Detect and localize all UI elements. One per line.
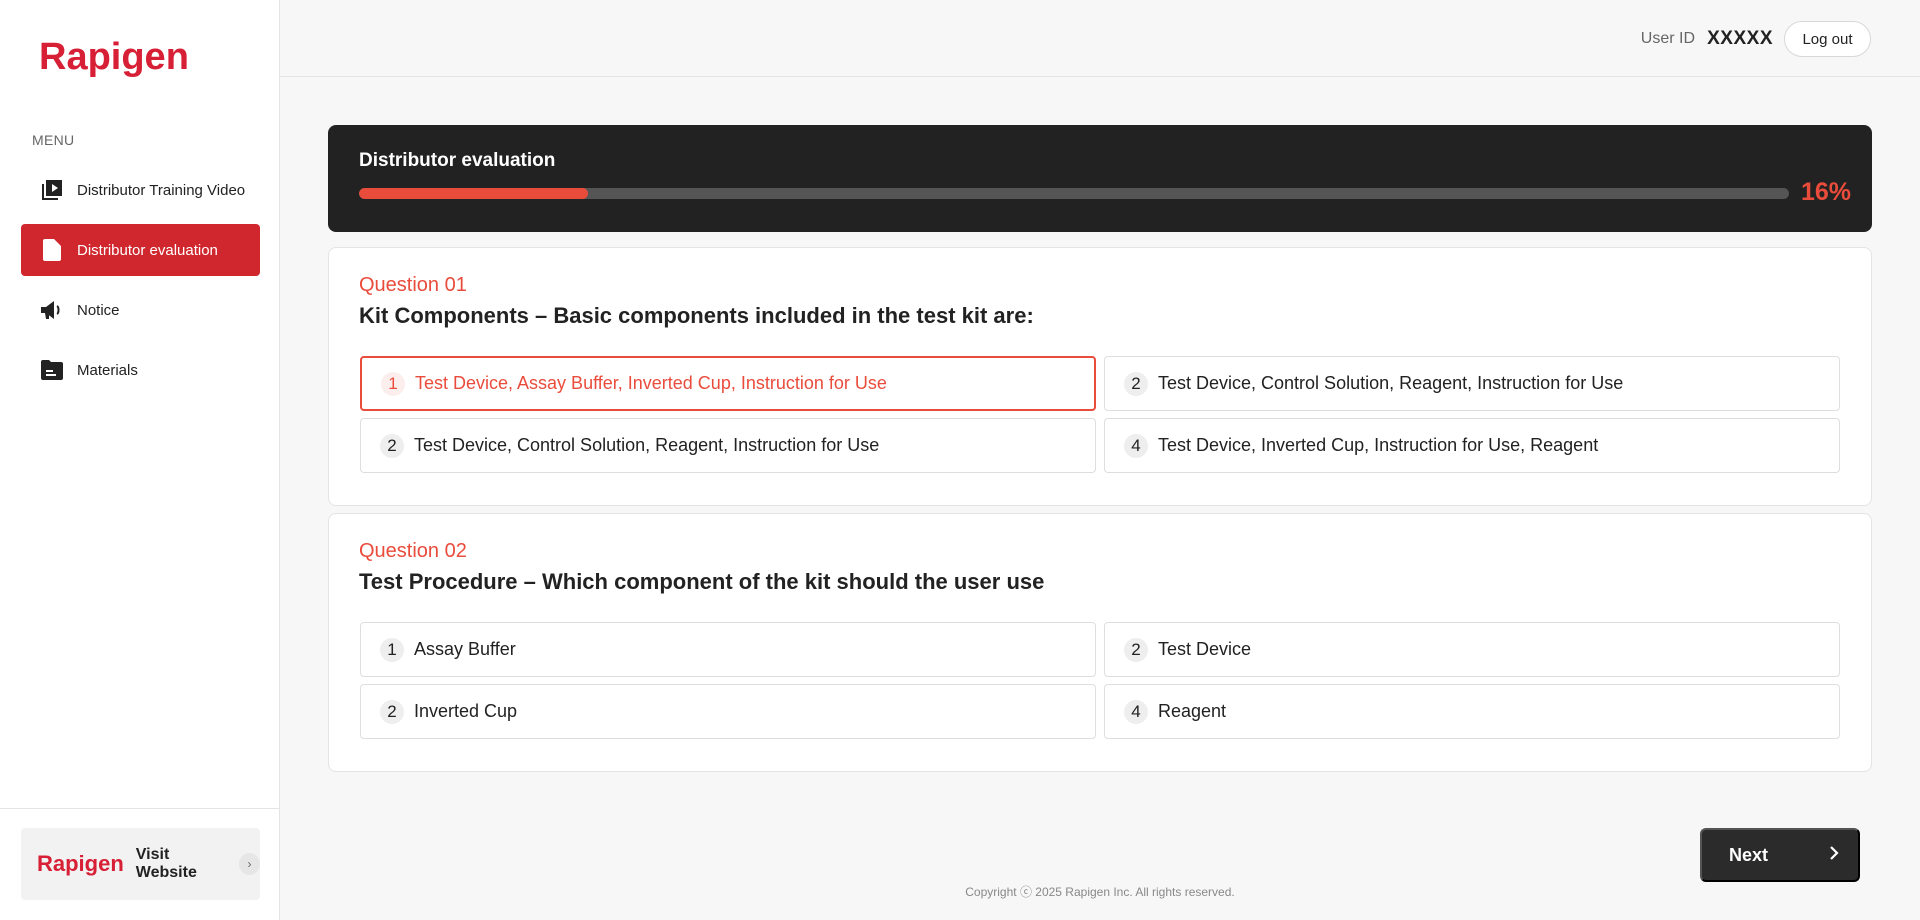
- video-playlist-icon: [41, 179, 63, 201]
- next-button[interactable]: Next: [1700, 828, 1860, 882]
- progress-percent: 16%: [1800, 178, 1851, 206]
- question-card: Question 02 Test Procedure – Which compo…: [328, 513, 1872, 772]
- option-label: Test Device, Control Solution, Reagent, …: [414, 435, 880, 455]
- option-number: 4: [1124, 699, 1148, 724]
- sidebar-item-evaluation[interactable]: Distributor evaluation: [21, 224, 260, 276]
- sidebar-item-materials[interactable]: Materials: [21, 344, 260, 396]
- user-id-value: XXXXX: [1707, 28, 1773, 49]
- option-number: 2: [1124, 371, 1148, 396]
- option-label: Reagent: [1158, 701, 1227, 721]
- megaphone-icon: [41, 299, 63, 321]
- question-number: Question 01: [359, 274, 467, 296]
- chevron-right-icon: [1828, 845, 1840, 866]
- answer-option[interactable]: 1 Test Device, Assay Buffer, Inverted Cu…: [360, 356, 1096, 411]
- next-button-label: Next: [1729, 844, 1769, 865]
- option-number: 4: [1124, 433, 1148, 458]
- answer-option[interactable]: 2 Test Device, Control Solution, Reagent…: [1104, 356, 1840, 411]
- user-id-label: User ID: [1640, 30, 1695, 47]
- question-text: Test Procedure – Which component of the …: [359, 569, 1045, 594]
- option-label: Test Device, Control Solution, Reagent, …: [1158, 373, 1624, 393]
- question-card: Question 01 Kit Components – Basic compo…: [328, 247, 1872, 506]
- option-number: 1: [381, 371, 405, 396]
- page-title: Distributor evaluation: [359, 150, 556, 171]
- answer-option[interactable]: 4 Test Device, Inverted Cup, Instruction…: [1104, 418, 1840, 473]
- option-number: 2: [380, 433, 404, 458]
- answer-options: 1 Assay Buffer 2 Test Device 2 Inverted …: [360, 622, 1840, 739]
- question-text: Kit Components – Basic components includ…: [359, 303, 1034, 328]
- option-number: 2: [1124, 637, 1148, 662]
- rapigen-small-logo: Rapigen: [37, 851, 124, 876]
- copyright-text: Copyright ⓒ 2025 Rapigen Inc. All rights…: [965, 885, 1235, 899]
- chevron-right-icon: ›: [238, 853, 260, 875]
- option-label: Assay Buffer: [414, 639, 516, 659]
- option-label: Test Device, Assay Buffer, Inverted Cup,…: [415, 373, 887, 393]
- sidebar-item-label: Distributor evaluation: [77, 241, 218, 259]
- visit-website-button[interactable]: Rapigen Visit Website ›: [21, 828, 260, 900]
- answer-option[interactable]: 2 Inverted Cup: [360, 684, 1096, 739]
- sidebar-item-label: Notice: [77, 301, 120, 319]
- answer-option[interactable]: 2 Test Device, Control Solution, Reagent…: [360, 418, 1096, 473]
- rapigen-logo[interactable]: Rapigen: [39, 36, 189, 79]
- sidebar-item-label: Distributor Training Video: [77, 181, 246, 199]
- sidebar-footer-divider: [0, 808, 280, 809]
- option-label: Inverted Cup: [414, 701, 518, 721]
- option-number: 1: [380, 637, 404, 662]
- answer-option[interactable]: 4 Reagent: [1104, 684, 1840, 739]
- menu-label: MENU: [32, 132, 75, 148]
- sidebar-item-training-video[interactable]: Distributor Training Video: [21, 164, 260, 216]
- sidebar-item-label: Materials: [77, 361, 138, 379]
- progress-bar: [359, 188, 1789, 199]
- sidebar: Rapigen MENU Distributor Training Video …: [0, 0, 280, 920]
- document-icon: [41, 239, 63, 261]
- visit-website-label: Visit Website: [135, 846, 197, 881]
- top-header: User ID XXXXX Log out: [280, 0, 1920, 77]
- sidebar-menu: Distributor Training Video Distributor e…: [21, 164, 260, 404]
- option-number: 2: [380, 699, 404, 724]
- logout-button[interactable]: Log out: [1784, 21, 1871, 57]
- progress-banner: Distributor evaluation 16%: [328, 125, 1872, 232]
- answer-option[interactable]: 1 Assay Buffer: [360, 622, 1096, 677]
- progress-bar-fill: [359, 188, 588, 199]
- folder-icon: [41, 359, 63, 381]
- sidebar-item-notice[interactable]: Notice: [21, 284, 260, 336]
- answer-options: 1 Test Device, Assay Buffer, Inverted Cu…: [360, 356, 1840, 473]
- option-label: Test Device, Inverted Cup, Instruction f…: [1158, 435, 1599, 455]
- question-number: Question 02: [359, 540, 467, 562]
- option-label: Test Device: [1158, 639, 1252, 659]
- answer-option[interactable]: 2 Test Device: [1104, 622, 1840, 677]
